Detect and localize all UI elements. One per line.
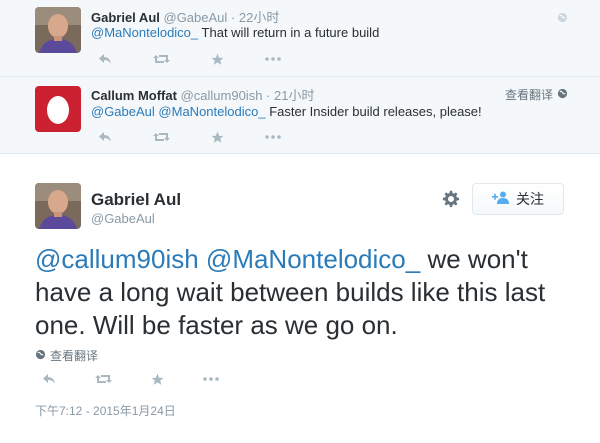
globe-icon <box>35 349 46 363</box>
follow-person-icon <box>492 191 510 207</box>
retweet-icon[interactable] <box>147 129 175 145</box>
user-name[interactable]: Gabriel Aul <box>91 10 160 25</box>
tweet-timestamp[interactable]: 下午7:12 - 2015年1月24日 <box>35 402 176 419</box>
user-handle[interactable]: @callum90ish <box>181 88 263 103</box>
reply-icon[interactable] <box>91 129 119 145</box>
tweet-time[interactable]: 22小时 <box>239 10 279 25</box>
user-name[interactable]: Gabriel Aul <box>91 190 181 210</box>
follow-button[interactable]: 关注 <box>472 183 564 215</box>
gear-icon[interactable] <box>442 190 460 213</box>
translate-label: 查看翻译 <box>50 349 99 363</box>
tweet-text: @MaNontelodico_ That will return in a fu… <box>91 25 379 40</box>
mention-link[interactable]: @MaNontelodico_ <box>158 104 265 119</box>
retweet-icon[interactable] <box>147 51 175 67</box>
tweet-text: @GabeAul @MaNontelodico_ Faster Insider … <box>91 104 482 119</box>
timestamp-sep: · <box>266 88 271 103</box>
tweet-time[interactable]: 21小时 <box>274 88 314 103</box>
tweet-body: That will return in a future build <box>201 25 380 40</box>
tweet-text: @callum90ish @MaNontelodico_ we won't ha… <box>35 243 575 342</box>
globe-icon <box>557 88 568 102</box>
reply-tweet-1[interactable]: Gabriel Aul @GabeAul · 22小时 @MaNontelodi… <box>0 0 600 77</box>
globe-icon[interactable] <box>557 10 568 28</box>
more-icon[interactable] <box>259 51 287 67</box>
translate-link[interactable]: 查看翻译 <box>505 86 568 103</box>
translate-label[interactable]: 查看翻译 <box>505 86 553 103</box>
tweet-actions <box>35 371 251 387</box>
more-icon[interactable] <box>197 371 225 387</box>
tweet-body: Faster Insider build releases, please! <box>269 104 482 119</box>
tweet-actions <box>91 129 315 145</box>
reply-icon[interactable] <box>91 51 119 67</box>
tweet-header: Gabriel Aul @GabeAul · 22小时 <box>91 7 279 26</box>
mention-link[interactable]: @GabeAul <box>91 104 155 119</box>
avatar[interactable] <box>35 183 81 229</box>
translate-link[interactable]: 查看翻译 <box>35 347 98 364</box>
tweet-header: Callum Moffat @callum90ish · 21小时 <box>91 85 314 104</box>
timestamp-sep: · <box>230 10 236 25</box>
favorite-icon[interactable] <box>203 51 231 67</box>
avatar[interactable] <box>35 7 81 53</box>
user-name[interactable]: Callum Moffat <box>91 88 177 103</box>
mention-link[interactable]: @callum90ish <box>35 244 199 274</box>
user-handle[interactable]: @GabeAul <box>91 211 155 226</box>
avatar[interactable] <box>35 86 81 132</box>
favorite-icon[interactable] <box>143 371 171 387</box>
reply-tweet-2[interactable]: Callum Moffat @callum90ish · 21小时 查看翻译 @… <box>0 77 600 154</box>
favorite-icon[interactable] <box>203 129 231 145</box>
follow-label: 关注 <box>516 191 544 207</box>
mention-link[interactable]: @MaNontelodico_ <box>206 244 420 274</box>
reply-icon[interactable] <box>35 371 63 387</box>
main-tweet: Gabriel Aul @GabeAul 关注 @callum90ish @Ma… <box>0 154 600 443</box>
more-icon[interactable] <box>259 129 287 145</box>
retweet-icon[interactable] <box>89 371 117 387</box>
user-handle[interactable]: @GabeAul <box>164 10 228 25</box>
tweet-actions <box>91 51 315 67</box>
mention-link[interactable]: @MaNontelodico_ <box>91 25 198 40</box>
